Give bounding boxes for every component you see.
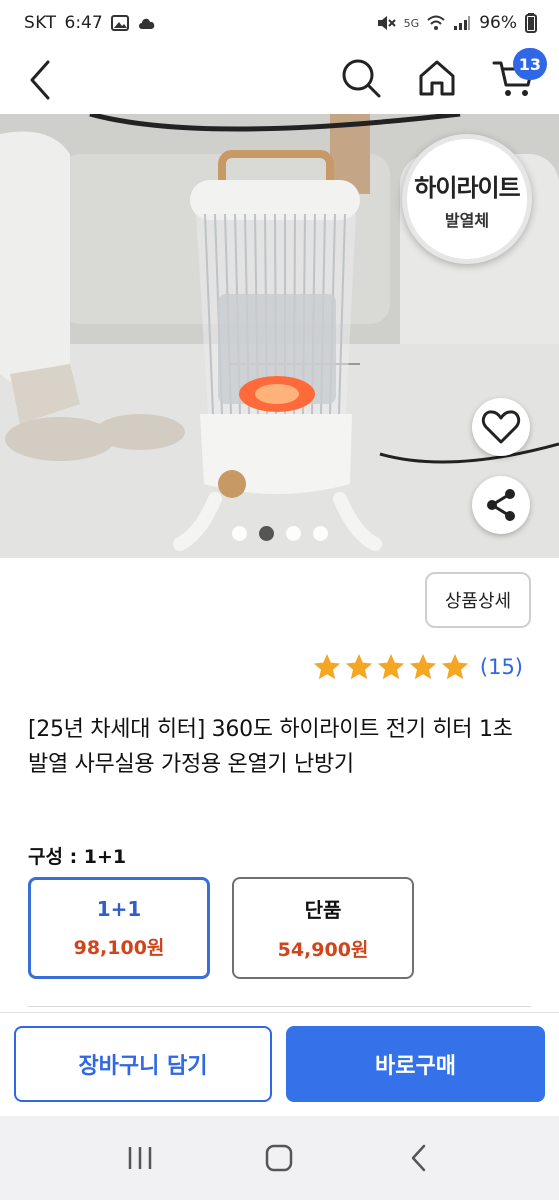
home-button[interactable] [413,54,461,102]
search-icon [342,59,381,98]
network-type: 5G [403,16,420,30]
review-count[interactable]: (15) [480,655,523,679]
rating-summary[interactable]: (15) [312,652,523,682]
header-actions: 13 [337,48,547,102]
status-left: SKT 6:47 [24,13,157,33]
battery-level: 96% [479,13,517,33]
carousel-dot[interactable] [285,526,301,541]
carousel-dot[interactable] [231,526,247,541]
product-title: [25년 차세대 히터] 360도 하이라이트 전기 히터 1초 발열 사무실용… [28,717,513,777]
cart-count-badge: 13 [512,48,547,80]
wifi-icon [427,15,445,30]
system-home-button[interactable] [249,1128,309,1188]
promo-badge-main: 하이라이트 [414,173,520,202]
back-button[interactable] [24,58,60,102]
star-icon [409,653,437,680]
option-price: 98,100원 [73,936,165,959]
bottom-action-bar: 장바구니 담기 바로구매 [0,1012,559,1116]
heart-icon [481,410,521,444]
carrier-label: SKT [24,13,57,33]
signal-icon [454,16,471,30]
star-icon [345,653,373,680]
carousel-dot[interactable] [312,526,328,541]
divider [28,1006,531,1007]
star-icon [313,653,341,680]
status-bar: SKT 6:47 5G 96% [0,0,559,46]
cart-button[interactable]: 13 [489,48,547,102]
home-square-icon [266,1144,293,1172]
add-to-cart-button[interactable]: 장바구니 담기 [14,1026,272,1102]
option-card-single[interactable]: 단품 54,900원 [232,877,414,979]
home-icon [419,60,455,96]
like-button[interactable] [472,398,530,456]
option-price: 54,900원 [277,939,369,961]
option-label: 구성 : 1+1 [28,846,127,868]
option-name: 1+1 [96,896,142,921]
product-detail-button[interactable]: 상품상세 [425,572,531,628]
buy-now-button[interactable]: 바로구매 [286,1026,545,1102]
cloud-icon [138,18,154,29]
promo-badge-sub: 발열체 [444,210,490,230]
search-button[interactable] [337,54,385,102]
system-back-button[interactable] [389,1128,449,1188]
recent-apps-button[interactable] [110,1128,170,1188]
recent-apps-icon [128,1147,152,1169]
clock: 6:47 [64,13,103,33]
back-chevron-icon [30,60,50,100]
share-icon [487,489,515,521]
product-image-carousel[interactable]: 하이라이트 발열체 [0,114,559,558]
option-card-1plus1[interactable]: 1+1 98,100원 [28,877,210,979]
status-right: 5G 96% [376,13,537,33]
top-nav-bar: 13 [0,46,559,114]
back-arrow-icon [411,1144,426,1172]
promo-badge: 하이라이트 발열체 [402,134,532,264]
system-navigation-bar [0,1116,559,1200]
mute-icon [377,16,396,30]
star-icon [377,653,405,680]
star-icon [441,653,469,680]
carousel-dot-active[interactable] [258,526,274,541]
carousel-indicator [0,526,559,541]
option-name: 단품 [304,898,342,922]
battery-icon [525,13,537,33]
gallery-icon [110,15,129,31]
